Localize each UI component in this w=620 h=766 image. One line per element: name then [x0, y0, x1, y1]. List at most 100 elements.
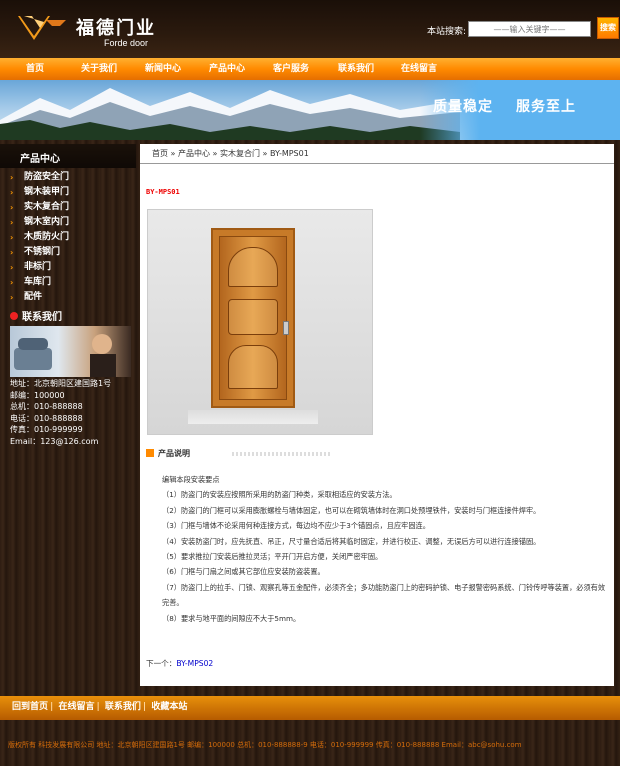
main-nav: 首页 关于我们 新闻中心 产品中心 客户服务 联系我们 在线留言 [0, 58, 620, 80]
next-label: 下一个： [146, 659, 177, 668]
arrow-icon: › [10, 173, 14, 182]
sidebar-item-label: 配件 [24, 292, 43, 302]
footer-link-bookmark[interactable]: 收藏本站 [151, 702, 187, 712]
contact-title: 联系我们 [10, 308, 62, 323]
description-line: （1）防盗门的安装应按照所采用的防盗门种类，采取相适应的安装方法。 [162, 490, 397, 500]
sidebar-item-label: 钢木装甲门 [24, 187, 70, 197]
nav-products[interactable]: 产品中心 [209, 58, 245, 80]
door-panel [219, 236, 289, 400]
footer-links: 回到首页 | 在线留言 | 联系我们 | 收藏本站 [12, 696, 187, 720]
nav-news[interactable]: 新闻中心 [145, 58, 181, 80]
footer-separator: | [142, 702, 147, 712]
door-arch-panel [228, 247, 278, 287]
door-handle [283, 321, 289, 335]
sidebar-item[interactable]: › 钢木室内门 [0, 215, 136, 230]
sidebar-item[interactable]: › 实木复合门 [0, 200, 136, 215]
contact-info: 地址：北京朝阳区建国路1号 邮编：100000 总机：010-888888 电话… [10, 378, 111, 448]
description-line: （2）防盗门的门框可以采用膨胀螺栓与墙体固定，也可以在砌筑墙体时在洞口处预埋铁件… [162, 505, 541, 515]
footer-link-home[interactable]: 回到首页 [12, 702, 48, 712]
brand-logo[interactable]: 福德门业 Forde door [10, 10, 170, 50]
breadcrumb-category[interactable]: 实木复合门 [220, 149, 260, 158]
arrow-icon: › [10, 233, 14, 242]
banner-slogan-service: 服务至上 [516, 99, 576, 115]
description-line: （3）门框与墙体不论采用何种连接方式，每边均不应少于3个锚固点，且应牢固连。 [162, 521, 430, 531]
description-line: （6）门框与门扇之间或其它部位应安装防盗装置。 [162, 567, 325, 577]
nav-contact[interactable]: 联系我们 [338, 58, 374, 80]
sidebar-item-label: 钢木室内门 [24, 217, 70, 227]
contact-photo [10, 326, 131, 377]
sidebar-item[interactable]: › 不锈钢门 [0, 245, 136, 260]
nav-home[interactable]: 首页 [26, 58, 44, 80]
footer-link-contact[interactable]: 联系我们 [105, 702, 141, 712]
contact-title-label: 联系我们 [22, 312, 62, 323]
arrow-icon: › [10, 188, 14, 197]
breadcrumb-separator: » [262, 149, 270, 158]
description-line: （4）安装防盗门时，应先抚直、吊正，尺寸量合适后将其临时固定，并进行校正、调整，… [162, 536, 541, 546]
breadcrumb-products[interactable]: 产品中心 [178, 149, 210, 158]
footer-bar: 回到首页 | 在线留言 | 联系我们 | 收藏本站 [0, 696, 620, 720]
breadcrumb-current: BY-MPS01 [269, 149, 309, 158]
sidebar-item[interactable]: › 配件 [0, 290, 136, 305]
contact-phone: 电话：010-888888 [10, 413, 83, 423]
description-line: （5）要求推拉门安装后推拉灵活；平开门开启方便，关闭严密牢固。 [162, 552, 383, 562]
contact-switchboard: 总机：010-888888 [10, 402, 83, 412]
nav-about[interactable]: 关于我们 [81, 58, 117, 80]
breadcrumb-separator: » [170, 149, 178, 158]
header: 福德门业 Forde door 本站搜索: 搜索 [0, 0, 620, 58]
contact-fax: 传真：010-999999 [10, 425, 83, 435]
logo-mark-icon [10, 16, 68, 40]
sidebar-item[interactable]: › 钢木装甲门 [0, 185, 136, 200]
next-product-link[interactable]: BY-MPS02 [176, 659, 213, 668]
door-lower-panel [228, 345, 278, 389]
bullet-icon [10, 312, 18, 320]
section-heading-label: 产品说明 [158, 449, 190, 458]
arrow-icon: › [10, 263, 14, 272]
door-frame [211, 228, 295, 408]
banner: 质量稳定 服务至上 [0, 80, 620, 140]
arrow-icon: › [10, 248, 14, 257]
search-input[interactable] [468, 21, 591, 37]
door-mid-panel [228, 299, 278, 335]
floor-reflection [188, 410, 318, 424]
sidebar-item-label: 防盗安全门 [24, 172, 70, 182]
contact-address: 地址：北京朝阳区建国路1号 [10, 379, 112, 388]
banner-slogan-quality: 质量稳定 [433, 99, 493, 115]
brand-name-cn: 福德门业 [76, 18, 156, 39]
sidebar-category-list: › 防盗安全门 › 钢木装甲门 › 实木复合门 › 钢木室内门 › 木质防火门 › 不锈钢门… [0, 170, 136, 305]
search-button[interactable]: 搜索 [597, 17, 619, 39]
sidebar-item-label: 木质防火门 [24, 232, 70, 242]
sidebar-item[interactable]: › 木质防火门 [0, 230, 136, 245]
sidebar-item[interactable]: › 非标门 [0, 260, 136, 275]
search-label: 本站搜索: [427, 27, 467, 37]
footer-link-message[interactable]: 在线留言 [58, 702, 94, 712]
section-divider [232, 452, 332, 456]
arrow-icon: › [10, 278, 14, 287]
nav-service[interactable]: 客户服务 [273, 58, 309, 80]
breadcrumb-home[interactable]: 首页 [152, 149, 168, 158]
main-content: 首页 » 产品中心 » 实木复合门 » BY-MPS01 BY-MPS01 产品… [140, 144, 614, 686]
sidebar-item-label: 非标门 [24, 262, 52, 272]
brand-name-en: Forde door [104, 38, 149, 48]
arrow-icon: › [10, 293, 14, 302]
footer-separator: | [96, 702, 100, 712]
sidebar-title: 产品中心 [20, 154, 60, 165]
sidebar-title-bar: 产品中心 [0, 144, 136, 168]
product-title: BY-MPS01 [146, 188, 180, 196]
sidebar-item-label: 不锈钢门 [24, 247, 61, 257]
contact-email: Email：123@126.com [10, 436, 99, 446]
contact-zip: 邮编：100000 [10, 390, 65, 400]
product-image[interactable] [147, 209, 373, 435]
section-icon [146, 449, 154, 457]
nav-message[interactable]: 在线留言 [401, 58, 437, 80]
sidebar-item-label: 实木复合门 [24, 202, 70, 212]
product-description: 编辑本段安装要点 （1）防盗门的安装应按照所采用的防盗门种类，采取相适应的安装方… [148, 472, 608, 626]
footer-separator: | [50, 702, 54, 712]
next-product: 下一个：BY-MPS02 [146, 658, 213, 669]
description-line: （7）防盗门上的拉手、门锁、观察孔等五金配件，必须齐全；多功能防盗门上的密码护锁… [162, 582, 606, 608]
description-line: 编辑本段安装要点 [162, 475, 220, 484]
sidebar-item[interactable]: › 防盗安全门 [0, 170, 136, 185]
breadcrumb-separator: » [212, 149, 220, 158]
description-line: （8）要求与地平面的间隙应不大于5mm。 [162, 613, 301, 623]
sidebar-item[interactable]: › 车库门 [0, 275, 136, 290]
arrow-icon: › [10, 203, 14, 212]
